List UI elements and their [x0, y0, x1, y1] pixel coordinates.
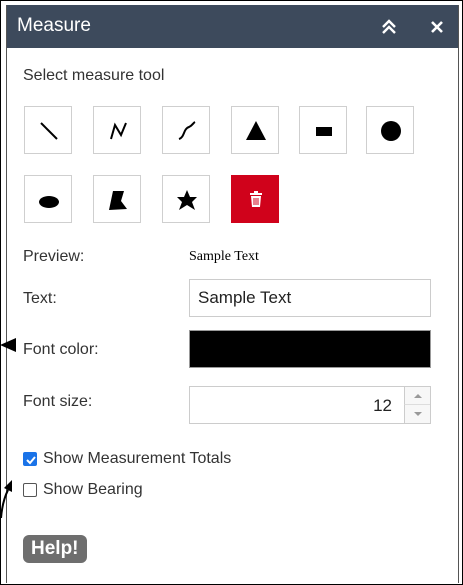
text-input[interactable]: [189, 279, 431, 317]
freehand-line-icon: [178, 121, 196, 140]
font-color-picker[interactable]: [189, 330, 431, 368]
show-totals-checkbox[interactable]: [23, 452, 37, 466]
triangle-tool-button[interactable]: [231, 106, 279, 154]
triangle-icon: [246, 121, 266, 140]
freehand-line-tool-button[interactable]: [162, 106, 210, 154]
caret-up-icon: [414, 394, 422, 398]
preview-label: Preview:: [23, 248, 85, 265]
close-icon[interactable]: [427, 17, 447, 37]
increment-button[interactable]: [404, 387, 430, 405]
text-label: Text:: [23, 290, 57, 307]
ellipse-icon: [39, 196, 59, 208]
polyline-tool-button[interactable]: [93, 106, 141, 154]
rectangle-icon: [316, 127, 332, 136]
preview-sample-text: Sample Text: [189, 249, 259, 264]
circle-icon: [381, 121, 401, 141]
font-size-stepper[interactable]: 12: [189, 386, 431, 424]
freehand-polygon-tool-button[interactable]: [162, 175, 210, 223]
select-tool-label: Select measure tool: [23, 67, 165, 84]
chevron-double-up-icon[interactable]: [379, 17, 399, 37]
freehand-polygon-icon: [177, 190, 197, 210]
panel-header: Measure: [7, 5, 458, 48]
circle-tool-button[interactable]: [366, 106, 414, 154]
polyline-icon: [110, 122, 127, 140]
delete-button[interactable]: [231, 175, 279, 223]
font-size-value: 12: [373, 396, 392, 415]
polygon-tool-button[interactable]: [93, 175, 141, 223]
font-color-label: Font color:: [23, 341, 99, 358]
checkmark-icon: [26, 456, 36, 465]
decrement-button[interactable]: [404, 405, 430, 423]
show-bearing-checkbox[interactable]: [23, 483, 37, 497]
line-tool-button[interactable]: [24, 106, 72, 154]
trash-icon: [250, 191, 262, 207]
panel-title: Measure: [17, 15, 91, 36]
show-totals-label: Show Measurement Totals: [43, 450, 232, 467]
show-bearing-label: Show Bearing: [43, 481, 143, 498]
help-button[interactable]: Help!: [23, 535, 87, 563]
line-icon: [40, 122, 58, 140]
arrow-pointer-icon: [0, 338, 16, 352]
caret-down-icon: [414, 412, 422, 416]
measure-panel: Measure Select measure tool Preview: Sam…: [6, 5, 459, 583]
font-size-label: Font size:: [23, 393, 93, 410]
rectangle-tool-button[interactable]: [299, 106, 347, 154]
ellipse-tool-button[interactable]: [24, 175, 72, 223]
arrow-pointer-icon-2: [0, 480, 12, 518]
polygon-icon: [109, 191, 127, 210]
